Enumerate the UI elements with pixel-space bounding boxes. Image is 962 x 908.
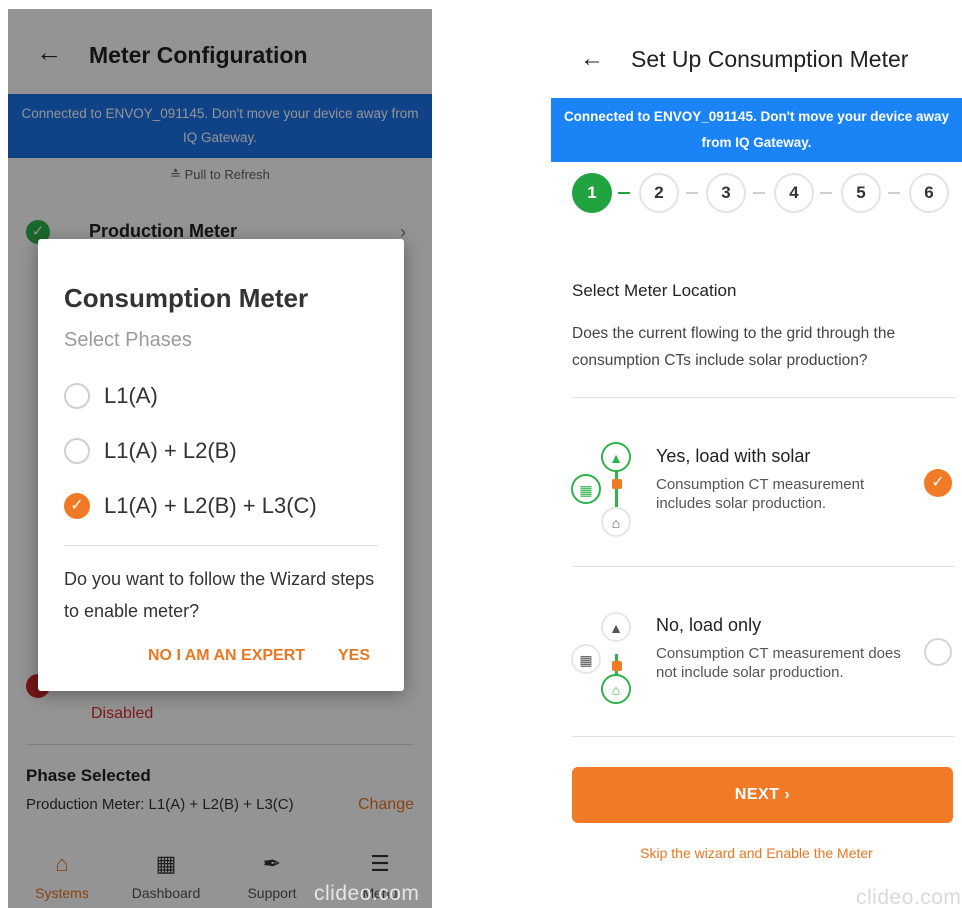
divider	[572, 397, 955, 398]
option-description: Consumption CT measurement does not incl…	[656, 645, 901, 681]
ct-sensor-icon	[612, 661, 622, 671]
ct-sensor-icon	[612, 479, 622, 489]
watermark: clideo.com	[856, 886, 962, 908]
divider	[572, 566, 955, 567]
step-connector	[686, 192, 698, 194]
step-connector	[753, 192, 765, 194]
step-connector	[888, 192, 900, 194]
dialog-divider	[64, 545, 378, 546]
radio-button[interactable]	[924, 638, 952, 666]
phase-option-l1[interactable]: L1(A)	[64, 381, 158, 411]
location-question: Does the current flowing to the grid thr…	[572, 325, 896, 369]
screenshot-stage: ← Meter Configuration Connected to ENVOY…	[0, 0, 962, 908]
grid-tower-icon: ▲	[601, 442, 631, 472]
solar-panel-icon: ▦	[571, 644, 601, 674]
watermark: clideo.com	[314, 882, 420, 905]
solar-panel-icon: ▦	[571, 474, 601, 504]
step-3: 3	[706, 173, 746, 213]
skip-wizard-link[interactable]: Skip the wizard and Enable the Meter	[551, 845, 962, 861]
step-6: 6	[909, 173, 949, 213]
option-title: Yes, load with solar	[656, 446, 811, 466]
consumption-meter-dialog: Consumption Meter Select Phases L1(A) L1…	[38, 239, 404, 691]
radio-button[interactable]	[64, 383, 90, 409]
section-title: Select Meter Location	[572, 281, 737, 300]
back-arrow-icon[interactable]: ←	[580, 47, 604, 71]
wizard-stepper: 1 2 3 4 5 6	[572, 173, 962, 213]
option-description: Consumption CT measurement includes sola…	[656, 476, 865, 512]
wizard-question: Do you want to follow the Wizard steps t…	[64, 569, 375, 621]
step-2: 2	[639, 173, 679, 213]
chevron-right-icon: ›	[784, 786, 791, 803]
check-icon[interactable]: ✓	[924, 469, 952, 497]
setup-consumption-meter-screen: ← Set Up Consumption Meter Connected to …	[551, 9, 962, 908]
no-expert-button[interactable]: NO I AM AN EXPERT	[148, 647, 305, 665]
grid-tower-icon: ▲	[601, 612, 631, 642]
step-1: 1	[572, 173, 612, 213]
option-title: No, load only	[656, 615, 762, 635]
step-connector	[820, 192, 832, 194]
dialog-title: Consumption Meter	[64, 283, 309, 313]
radio-button[interactable]	[64, 438, 90, 464]
house-icon: ⌂	[601, 674, 631, 704]
yes-button[interactable]: YES	[338, 647, 370, 665]
page-title: Set Up Consumption Meter	[631, 46, 909, 72]
meter-configuration-screen: ← Meter Configuration Connected to ENVOY…	[8, 9, 432, 908]
step-4: 4	[774, 173, 814, 213]
house-icon: ⌂	[601, 507, 631, 537]
phase-option-l1-l2[interactable]: L1(A) + L2(B)	[64, 436, 237, 466]
divider	[572, 736, 955, 737]
connection-banner: Connected to ENVOY_091145. Don't move yo…	[551, 98, 962, 162]
diagram-line	[615, 471, 618, 511]
dialog-subtitle: Select Phases	[64, 329, 192, 351]
next-button[interactable]: NEXT ›	[572, 767, 953, 823]
step-connector	[618, 192, 630, 194]
step-5: 5	[841, 173, 881, 213]
phase-option-l1-l2-l3[interactable]: ✓ L1(A) + L2(B) + L3(C)	[64, 491, 317, 521]
check-icon[interactable]: ✓	[64, 493, 90, 519]
